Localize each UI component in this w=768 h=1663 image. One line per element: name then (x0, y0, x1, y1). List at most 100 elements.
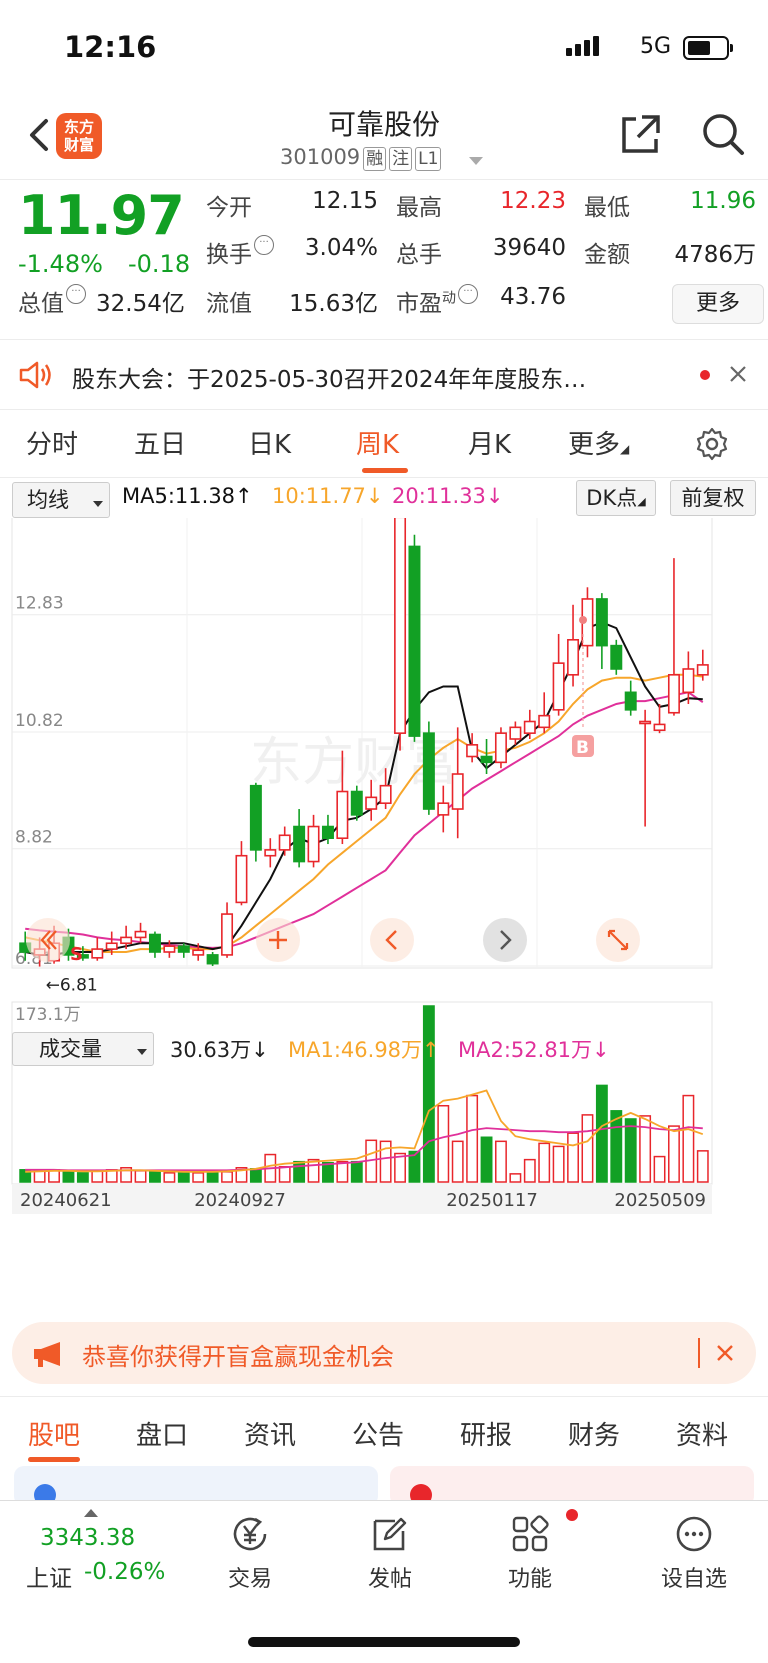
volume-bar (192, 1172, 205, 1183)
candle-body (667, 674, 680, 714)
caret-icon: ◢ (637, 495, 646, 508)
tab-weekly-k[interactable]: 周K (356, 424, 399, 461)
settings-gear-icon[interactable] (694, 426, 730, 462)
pe-value: 43.76 (500, 284, 566, 310)
date-axis-background (12, 1184, 712, 1214)
volume-bar (466, 1094, 479, 1183)
tab-financials[interactable]: 财务 (568, 1415, 620, 1452)
card-right[interactable] (390, 1466, 754, 1502)
candle-body (379, 784, 392, 804)
volume-label: 总手 (396, 242, 442, 268)
volume-bar (134, 1170, 147, 1183)
total-cap-value: 32.54亿 (96, 291, 185, 317)
tab-intraday[interactable]: 分时 (26, 424, 78, 461)
kline-chart[interactable]: 东方财富 14.8312.8310.828.826.81 14.83→←6.81… (0, 518, 768, 1248)
candle-body (682, 668, 695, 694)
tab-order-book[interactable]: 盘口 (136, 1415, 188, 1452)
tab-news[interactable]: 资讯 (244, 1415, 296, 1452)
volume-bar (523, 1158, 536, 1183)
signal-b-dot (579, 616, 587, 624)
tag-level: L1 (415, 147, 442, 171)
candle-body (624, 691, 637, 711)
ma-legend-row: 均线 MA5:11.38↑ 10:11.77↓ 20:11.33↓ DK点◢ 前… (0, 480, 768, 520)
peek-cards (0, 1466, 768, 1502)
trade-button[interactable]: 交易 (200, 1513, 300, 1593)
volume-indicator-select[interactable]: 成交量 (12, 1032, 154, 1066)
add-watchlist-button[interactable]: 设自选 (644, 1513, 744, 1593)
candle-body (249, 784, 262, 851)
candle-body (538, 714, 551, 729)
candle-body (610, 644, 623, 670)
share-icon[interactable] (618, 111, 664, 157)
volume-bar (552, 1145, 565, 1183)
turnover-value: 3.04% (304, 235, 378, 261)
home-indicator (248, 1637, 520, 1647)
total-cap-label-text: 总值 (18, 291, 64, 317)
functions-button[interactable]: 功能 (480, 1513, 580, 1593)
close-icon[interactable] (716, 1344, 734, 1362)
chart-control-plus-icon[interactable] (256, 918, 300, 962)
low-value: 11.96 (690, 188, 756, 214)
chart-control-back-icon[interactable] (26, 918, 70, 962)
chevron-down-icon[interactable] (469, 157, 483, 165)
search-icon[interactable] (700, 111, 746, 157)
promo-banner[interactable]: 恭喜你获得开盲盒赢现金机会 (12, 1322, 756, 1384)
volume-bar (451, 1140, 464, 1183)
candle-body (192, 949, 205, 956)
post-button[interactable]: 发帖 (340, 1513, 440, 1593)
tab-more[interactable]: 更多◢ (568, 424, 629, 461)
info-icon: ··· (254, 235, 274, 255)
chart-control-left-icon[interactable] (370, 918, 414, 962)
volume-bar (307, 1158, 320, 1183)
chart-control-expand-icon[interactable] (596, 918, 640, 962)
volume-bar (322, 1161, 334, 1183)
notice-bar[interactable]: 股东大会：于2025-05-30召开2024年年度股东… (0, 340, 768, 410)
card-left[interactable] (14, 1466, 378, 1502)
promo-text: 恭喜你获得开盲盒赢现金机会 (82, 1343, 394, 1371)
volume-bar (350, 1160, 363, 1183)
candle-body (480, 755, 493, 764)
add-watchlist-label: 设自选 (660, 1567, 727, 1592)
pe-label[interactable]: 市盈动 ··· (396, 284, 478, 318)
volume-bar (668, 1125, 680, 1183)
volume-bar (91, 1170, 104, 1183)
tab-announcements[interactable]: 公告 (352, 1415, 404, 1452)
stock-code-row[interactable]: 301009 融注 L1 (280, 145, 442, 171)
candle-body (437, 802, 450, 816)
speaker-icon (19, 361, 51, 389)
index-ticker[interactable]: 3343.38 上证 -0.26% (14, 1505, 184, 1595)
candle-body (408, 545, 421, 737)
low-price-label: ←6.81 (46, 976, 98, 996)
indicator-select[interactable]: 均线 (12, 482, 110, 518)
more-quote-button[interactable]: 更多 (672, 284, 764, 324)
forward-adjust-button[interactable]: 前复权 (670, 480, 756, 516)
candle-body (163, 945, 176, 953)
candle-body (134, 930, 147, 939)
active-tab-indicator (28, 1457, 80, 1462)
tab-forum[interactable]: 股吧 (28, 1415, 80, 1452)
candle-body (696, 664, 709, 676)
total-cap-label[interactable]: 总值 ··· (18, 284, 86, 318)
volume-bar (581, 1114, 594, 1183)
tab-five-day[interactable]: 五日 (134, 424, 186, 461)
date-axis-labels: 20240621 20240927 20250117 20250509 (12, 1184, 712, 1214)
tab-daily-k[interactable]: 日K (248, 424, 291, 461)
dk-point-label: DK点 (586, 486, 638, 510)
volume-bar (278, 1165, 291, 1183)
tab-profile[interactable]: 资料 (676, 1415, 728, 1452)
tab-monthly-k[interactable]: 月K (468, 424, 511, 461)
chart-control-right-icon[interactable] (483, 918, 527, 962)
turnover-label[interactable]: 换手 ··· (206, 235, 274, 269)
ma5-legend: MA5:11.38↑ (122, 484, 253, 508)
tab-research[interactable]: 研报 (460, 1415, 512, 1452)
pe-label-text: 市盈 (396, 291, 442, 317)
index-pct: -0.26% (84, 1559, 166, 1585)
amount-value: 4786万 (674, 242, 756, 268)
stock-header: 东方财富 可靠股份 301009 融注 L1 (0, 95, 768, 180)
volume-value: 39640 (492, 235, 566, 261)
dk-point-button[interactable]: DK点◢ (576, 480, 656, 516)
ma20-line (25, 691, 704, 949)
volume-bar (177, 1171, 190, 1183)
volume-bar (682, 1094, 695, 1183)
close-icon[interactable] (728, 364, 748, 384)
